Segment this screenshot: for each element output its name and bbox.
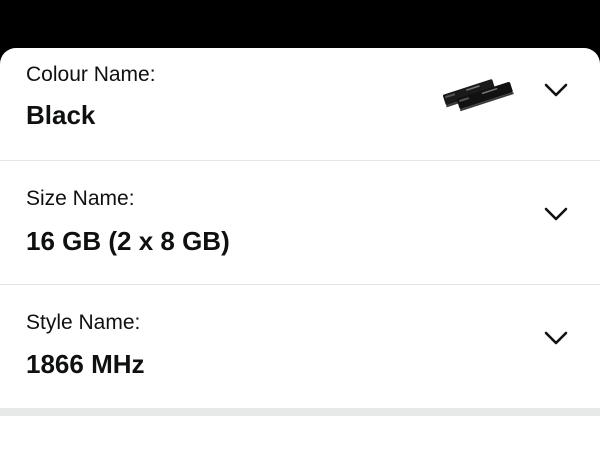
chevron-down-icon[interactable] [544,206,568,222]
colour-name-value: Black [26,100,96,130]
product-thumbnail [442,79,514,112]
chevron-down-icon[interactable] [544,330,568,346]
style-name-value: 1866 MHz [26,349,145,379]
style-name-selector[interactable]: Style Name: 1866 MHz [0,285,600,408]
section-divider [0,408,600,416]
chevron-down-icon[interactable] [544,82,568,98]
colour-name-selector[interactable]: Colour Name: Black [0,48,600,161]
variation-selector-sheet: Colour Name: Black Size Name: 16 GB (2 x… [0,48,600,450]
style-name-label: Style Name: [26,311,141,334]
colour-name-label: Colour Name: [26,63,156,86]
status-bar-area [0,0,600,48]
size-name-label: Size Name: [26,187,135,210]
next-section [0,416,600,450]
size-name-selector[interactable]: Size Name: 16 GB (2 x 8 GB) [0,161,600,285]
size-name-value: 16 GB (2 x 8 GB) [26,226,230,256]
